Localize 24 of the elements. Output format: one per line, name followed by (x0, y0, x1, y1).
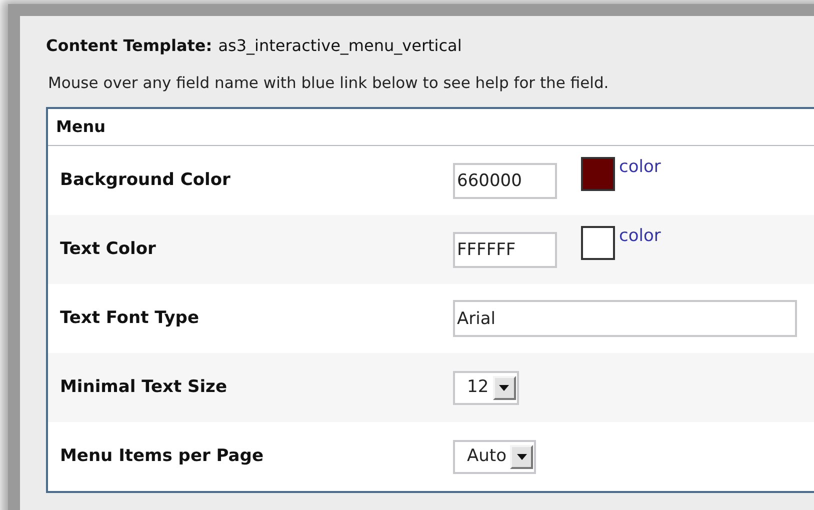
caret-icon (499, 384, 510, 391)
color-swatch[interactable] (581, 226, 615, 260)
dropdown-value: Auto (467, 445, 506, 468)
dropdown-arrow-button[interactable] (492, 376, 516, 400)
field-label: Menu Items per Page (59, 445, 264, 468)
section-title: Menu (56, 117, 106, 136)
field-label: Text Color (59, 238, 157, 261)
color-code-field[interactable]: 660000 (453, 162, 557, 199)
color-swatch[interactable] (581, 156, 615, 191)
caret-icon (516, 454, 527, 460)
dropdown[interactable]: Auto (453, 440, 536, 474)
color-code-field[interactable]: FFFFFF (453, 232, 557, 268)
field-label: Minimal Text Size (59, 376, 228, 399)
dropdown-value: 12 (467, 376, 489, 399)
color-link[interactable]: color (619, 156, 661, 177)
template-label: Content Template: (46, 35, 212, 57)
color-link[interactable]: color (619, 226, 661, 246)
dropdown[interactable]: 12 (453, 370, 519, 405)
dropdown-arrow-button[interactable] (510, 444, 534, 469)
template-name: as3_interactive_menu_vertical (218, 35, 462, 57)
font-type-field[interactable]: Arial (453, 300, 797, 338)
field-label: Text Font Type (59, 307, 200, 330)
help-text: Mouse over any field name with blue link below to see help for the field. (47, 73, 610, 94)
field-label: Background Color (59, 169, 232, 192)
